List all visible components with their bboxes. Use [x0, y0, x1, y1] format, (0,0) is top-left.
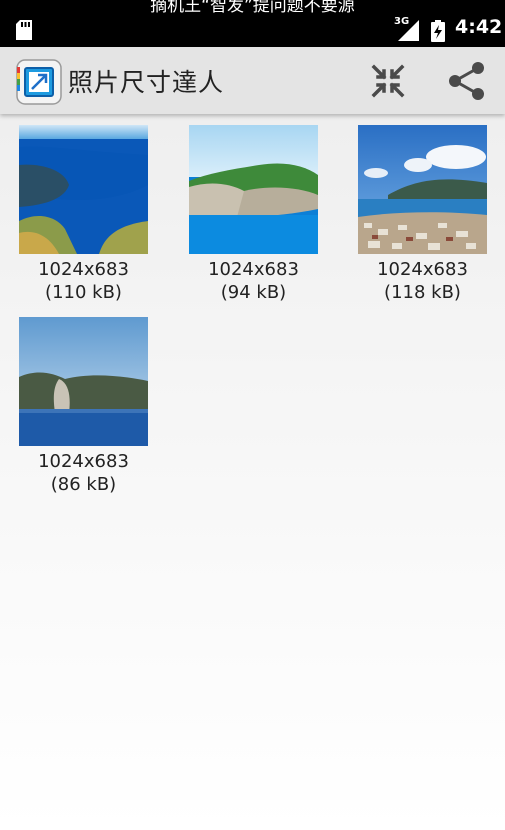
photo-thumbnail[interactable] [358, 125, 487, 254]
signal-icon [398, 20, 419, 41]
photo-file-size: (110 kB) [45, 282, 122, 303]
photo-thumbnail[interactable] [19, 125, 148, 254]
photo-item[interactable]: 1024x683 (118 kB) [358, 125, 487, 304]
battery-charging-icon [431, 20, 445, 42]
app-title: 照片尺寸達人 [68, 68, 225, 97]
photo-thumbnail[interactable] [19, 317, 148, 446]
action-bar: 照片尺寸達人 [0, 47, 505, 114]
photo-item[interactable]: 1024x683 (94 kB) [189, 125, 318, 304]
photo-file-size: (94 kB) [220, 282, 287, 303]
photo-dimensions: 1024x683 [38, 259, 129, 280]
photo-file-size: (118 kB) [384, 282, 461, 303]
photo-thumbnail[interactable] [189, 125, 318, 254]
shrink-icon[interactable] [368, 61, 408, 101]
sd-card-icon [16, 20, 32, 40]
photo-file-size: (86 kB) [50, 474, 117, 495]
status-bar: 摘机王“智发”提问题不要源 3G 4:42 [0, 0, 505, 47]
photo-item[interactable]: 1024x683 (110 kB) [19, 125, 148, 304]
app-icon[interactable] [16, 59, 62, 105]
share-icon[interactable] [446, 60, 488, 102]
photo-dimensions: 1024x683 [377, 259, 468, 280]
notification-text: 摘机王“智发”提问题不要源 [150, 0, 355, 16]
photo-dimensions: 1024x683 [208, 259, 299, 280]
clock: 4:42 [455, 16, 503, 38]
photo-item[interactable]: 1024x683 (86 kB) [19, 317, 148, 496]
photo-dimensions: 1024x683 [38, 451, 129, 472]
